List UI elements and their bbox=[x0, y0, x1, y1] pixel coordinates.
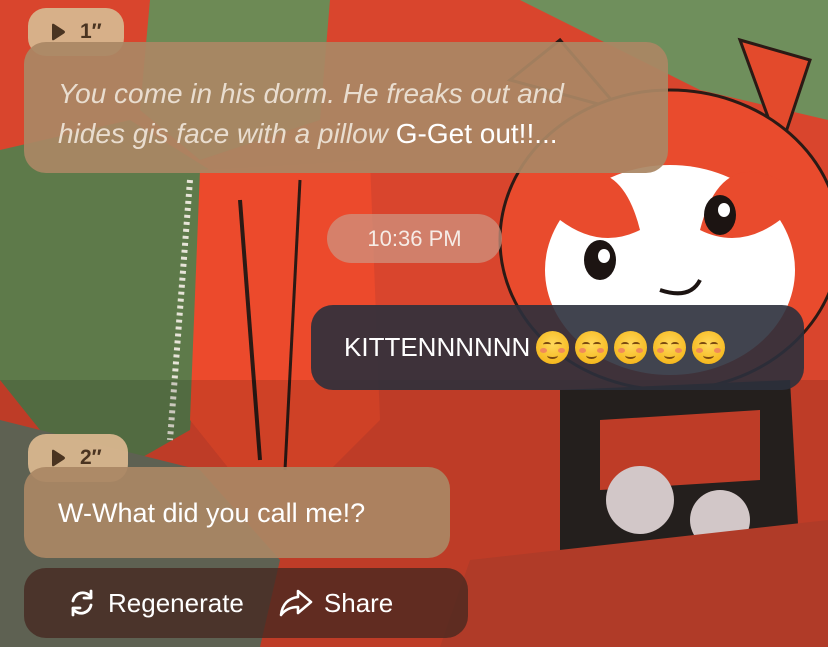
play-icon bbox=[50, 449, 66, 467]
regenerate-label: Regenerate bbox=[108, 587, 244, 618]
smiling-face-icon bbox=[575, 331, 609, 364]
smiling-face-icon bbox=[653, 331, 687, 364]
message-action-bar: Regenerate Share bbox=[24, 568, 468, 638]
share-label: Share bbox=[323, 587, 394, 618]
refresh-icon bbox=[66, 587, 98, 619]
bot-message: W-What did you call me!? bbox=[24, 467, 450, 558]
regenerate-button[interactable]: Regenerate bbox=[66, 587, 244, 619]
emoji-row bbox=[536, 331, 726, 364]
share-arrow-icon bbox=[278, 587, 314, 619]
smiling-face-icon bbox=[614, 331, 648, 364]
user-message: KITTENNNNNN bbox=[311, 305, 804, 390]
speech-text: W-What did you call me!? bbox=[58, 497, 366, 528]
share-button[interactable]: Share bbox=[278, 587, 393, 619]
play-icon bbox=[50, 23, 66, 41]
smiling-face-icon bbox=[692, 331, 726, 364]
message-timestamp: 10:36 PM bbox=[327, 214, 502, 263]
bot-message: You come in his dorm. He freaks out and … bbox=[24, 42, 668, 173]
smiling-face-icon bbox=[536, 331, 570, 364]
speech-text: G-Get out!!... bbox=[395, 118, 558, 149]
voice-duration: 1″ bbox=[80, 20, 102, 43]
user-message-text: KITTENNNNNN bbox=[344, 332, 531, 362]
